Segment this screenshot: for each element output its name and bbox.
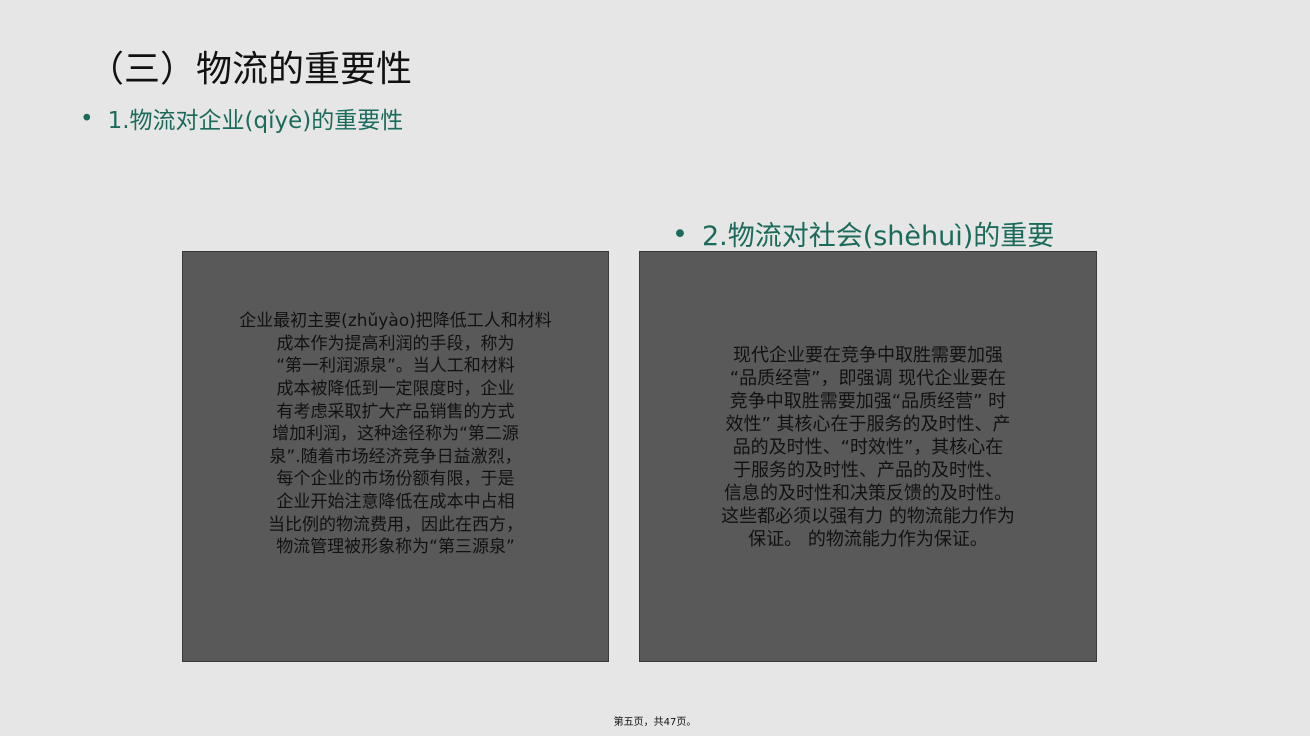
- panel-line: “品质经营”，即强调 现代企业要在: [729, 368, 1007, 389]
- bullet-dot: •: [80, 106, 94, 132]
- bullet-text: 1.物流对企业(qǐyè)的重要性: [107, 108, 404, 134]
- panel-line: 增加利润，这种途径称为“第二源: [272, 424, 519, 445]
- panel-line: 现代企业要在竞争中取胜需要加强: [732, 345, 1003, 366]
- panel-line: 成本作为提高利润的手段，称为: [276, 333, 515, 354]
- panel-line: 效性” 其核心在于服务的及时性、产: [725, 414, 1011, 435]
- bullet-society-importance: • 2.物流对社会(shèhuì)的重要: [672, 219, 1055, 254]
- panel-line: 保证。 的物流能力作为保证。: [748, 529, 988, 550]
- panel-line: 当比例的物流费用，因此在西方，: [268, 514, 523, 535]
- slide-title: （三）物流的重要性: [88, 49, 413, 90]
- panel-line: 于服务的及时性、产品的及时性、: [732, 460, 1003, 481]
- panel-line: “第一利润源泉”。当人工和材料: [276, 356, 515, 377]
- panel-text: 现代企业要在竞争中取胜需要加强 “品质经营”，即强调 现代企业要在 竞争中取胜需…: [721, 344, 1015, 551]
- panel-line: 品的及时性、“时效性”，其核心在: [732, 437, 1004, 458]
- bullet-dot: •: [672, 219, 688, 250]
- page-number-footer: 第五页，共47页。: [613, 717, 697, 728]
- panel-text: 企业最初主要(zhǔyào)把降低工人和材料 成本作为提高利润的手段，称为 “第…: [239, 310, 552, 559]
- panel-line: 每个企业的市场份额有限，于是: [276, 469, 515, 490]
- panel-line: 这些都必须以强有力 的物流能力作为: [721, 506, 1015, 527]
- panel-line: 信息的及时性和决策反馈的及时性。: [723, 483, 1012, 504]
- panel-line: 成本被降低到一定限度时，企业: [276, 379, 515, 400]
- panel-line: 企业开始注意降低在成本中占相: [276, 491, 515, 512]
- enterprise-text-panel: 企业最初主要(zhǔyào)把降低工人和材料 成本作为提高利润的手段，称为 “第…: [182, 251, 609, 662]
- panel-line: 泉”.随着市场经济竞争日益激烈，: [269, 446, 522, 467]
- bullet-text: 2.物流对社会(shèhuì)的重要: [701, 221, 1055, 252]
- panel-line: 企业最初主要(zhǔyào)把降低工人和材料: [239, 311, 552, 332]
- panel-line: 物流管理被形象称为“第三源泉”: [276, 537, 515, 558]
- bullet-enterprise-importance: • 1.物流对企业(qǐyè)的重要性: [80, 105, 403, 137]
- panel-line: 有考虑采取扩大产品销售的方式: [276, 401, 515, 422]
- society-text-panel: 现代企业要在竞争中取胜需要加强 “品质经营”，即强调 现代企业要在 竞争中取胜需…: [639, 251, 1097, 662]
- panel-line: 竞争中取胜需要加强“品质经营” 时: [729, 391, 1007, 412]
